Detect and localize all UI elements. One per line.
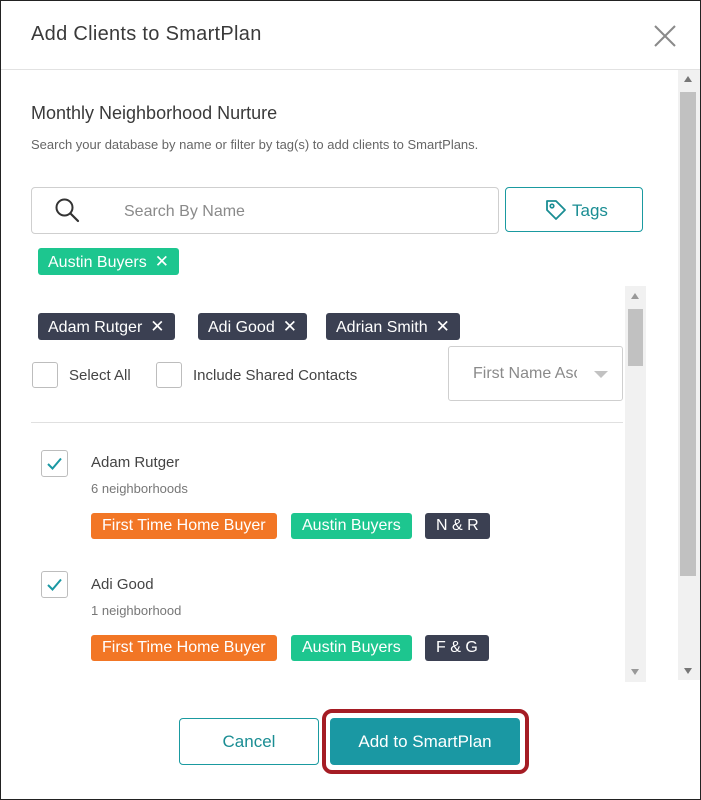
include-shared-label: Include Shared Contacts: [193, 367, 358, 384]
tags-button[interactable]: Tags: [505, 187, 643, 232]
contact-checkbox[interactable]: [41, 450, 68, 477]
search-icon: [55, 198, 80, 223]
scroll-down-arrow-icon[interactable]: [684, 668, 692, 674]
scrollbar-thumb[interactable]: [680, 92, 696, 576]
remove-client-icon[interactable]: ✕: [150, 313, 164, 340]
selected-client-chip: Adi Good ✕: [198, 313, 307, 340]
search-box[interactable]: [31, 187, 499, 235]
include-shared-checkbox[interactable]: [156, 362, 182, 388]
dialog-scrollbar[interactable]: [678, 70, 700, 680]
contact-tag: N & R: [425, 513, 490, 539]
list-scroll-up-icon[interactable]: [631, 293, 639, 299]
remove-client-icon[interactable]: ✕: [283, 313, 297, 340]
contact-checkbox[interactable]: [41, 571, 68, 598]
contact-name[interactable]: Adam Rutger: [91, 454, 179, 471]
tags-button-label: Tags: [572, 201, 608, 220]
sort-select-value: First Name Ascending: [473, 365, 577, 382]
list-scroll-down-icon[interactable]: [631, 669, 639, 675]
scroll-up-arrow-icon[interactable]: [684, 76, 692, 82]
selected-client-chip: Adam Rutger ✕: [38, 313, 175, 340]
remove-client-icon[interactable]: ✕: [436, 313, 450, 340]
tag-icon: [546, 200, 566, 220]
contact-tag: First Time Home Buyer: [91, 513, 277, 539]
search-input[interactable]: [122, 188, 486, 235]
tag-filter-chip: Austin Buyers ✕: [38, 248, 179, 275]
dialog-header: Add Clients to SmartPlan: [1, 1, 700, 70]
remove-tag-icon[interactable]: ✕: [155, 248, 169, 275]
close-icon[interactable]: [650, 21, 680, 51]
smartplan-description: Search your database by name or filter b…: [31, 137, 479, 152]
select-all-checkbox[interactable]: [32, 362, 58, 388]
tag-filter-label: Austin Buyers: [48, 254, 147, 271]
selected-client-label: Adam Rutger: [48, 319, 143, 336]
selected-client-label: Adrian Smith: [336, 319, 428, 336]
smartplan-name: Monthly Neighborhood Nurture: [31, 103, 278, 123]
selected-client-label: Adi Good: [208, 319, 275, 336]
cancel-button[interactable]: Cancel: [179, 718, 319, 765]
dialog: Add Clients to SmartPlan Monthly Neighbo…: [0, 0, 701, 800]
select-all-label: Select All: [69, 367, 131, 384]
dialog-title: Add Clients to SmartPlan: [31, 23, 262, 45]
contact-name[interactable]: Adi Good: [91, 576, 154, 593]
divider: [31, 422, 623, 423]
client-list-scrollbar[interactable]: [625, 286, 646, 682]
contact-subtitle: 6 neighborhoods: [91, 481, 188, 496]
contact-tag: F & G: [425, 635, 489, 661]
contact-tag: Austin Buyers: [291, 513, 412, 539]
contact-tag: First Time Home Buyer: [91, 635, 277, 661]
check-icon: [47, 457, 62, 470]
list-scrollbar-thumb[interactable]: [628, 309, 643, 366]
contact-subtitle: 1 neighborhood: [91, 603, 182, 618]
contact-tag: Austin Buyers: [291, 635, 412, 661]
add-to-smartplan-button[interactable]: Add to SmartPlan: [330, 718, 520, 765]
chevron-down-icon: [594, 371, 608, 378]
sort-select[interactable]: First Name Ascending: [448, 346, 623, 401]
selected-client-chip: Adrian Smith ✕: [326, 313, 460, 340]
check-icon: [47, 578, 62, 591]
